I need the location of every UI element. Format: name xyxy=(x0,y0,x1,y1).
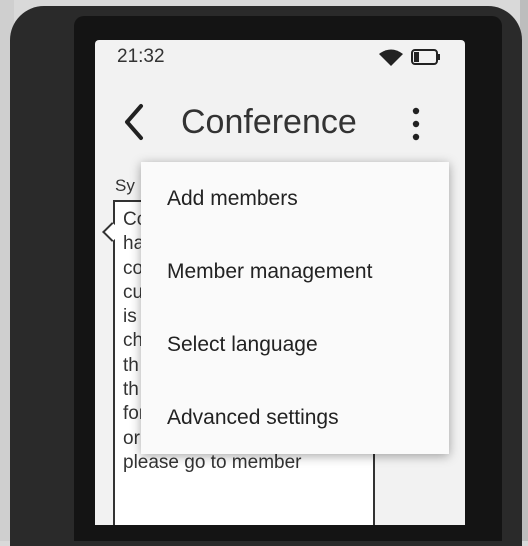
status-time: 21:32 xyxy=(117,46,165,67)
menu-item-member-management[interactable]: Member management xyxy=(141,235,449,308)
content-label: Sy xyxy=(115,176,135,195)
menu-item-add-members[interactable]: Add members xyxy=(141,162,449,235)
wifi-icon xyxy=(379,49,403,66)
battery-icon xyxy=(411,49,440,65)
menu-item-select-language[interactable]: Select language xyxy=(141,308,449,381)
device-screen: 21:32 Conference Sy Co ha co cu is ch th… xyxy=(95,40,465,525)
page-title: Conference xyxy=(181,103,357,141)
overflow-menu: Add members Member management Select lan… xyxy=(141,162,449,454)
more-vert-icon[interactable] xyxy=(411,106,421,142)
menu-item-advanced-settings[interactable]: Advanced settings xyxy=(141,381,449,454)
back-arrow-icon[interactable] xyxy=(121,102,147,142)
